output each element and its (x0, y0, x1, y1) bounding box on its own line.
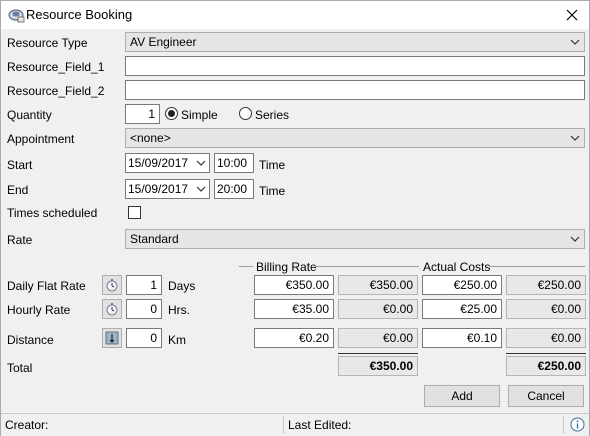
total-label: Total (7, 361, 33, 375)
series-radio[interactable] (239, 107, 252, 120)
window-title: Resource Booking (26, 7, 133, 22)
distance-quantity-input[interactable]: 0 (126, 328, 162, 348)
times-scheduled-checkbox[interactable] (128, 206, 141, 219)
stopwatch-icon[interactable] (102, 275, 122, 295)
hourly-quantity-input[interactable]: 0 (126, 299, 162, 319)
daily-billing-rate-input[interactable]: €350.00 (254, 275, 334, 295)
hourly-billing-rate-input[interactable]: €35.00 (254, 299, 334, 319)
daily-quantity-input[interactable]: 1 (126, 275, 162, 295)
actual-grand-total: €250.00 (506, 356, 586, 376)
hourly-actual-total: €0.00 (506, 299, 586, 319)
distance-billing-total: €0.00 (338, 328, 418, 348)
hourly-unit-label: Hrs. (168, 303, 190, 317)
chevron-down-icon (569, 33, 581, 51)
resource-field-2-input[interactable] (125, 80, 585, 100)
distance-billing-rate-input[interactable]: €0.20 (254, 328, 334, 348)
resource-field-1-input[interactable] (125, 56, 585, 76)
rate-label: Rate (7, 233, 33, 247)
distance-label: Distance (7, 333, 54, 347)
start-time-input[interactable]: 10:00 (214, 153, 254, 173)
distance-actual-total: €0.00 (506, 328, 586, 348)
end-date-picker[interactable]: 15/09/2017 (125, 179, 210, 199)
billing-rate-divider-right (315, 266, 419, 267)
close-icon[interactable] (555, 1, 589, 29)
billing-rate-divider-left (239, 266, 253, 267)
resource-booking-window: Resource Booking Resource Type AV Engine… (0, 0, 590, 436)
resource-type-select[interactable]: AV Engineer (125, 32, 585, 52)
last-edited-label: Last Edited: (288, 418, 352, 432)
quantity-label: Quantity (7, 108, 52, 122)
times-scheduled-label: Times scheduled (7, 206, 98, 220)
actual-total-rule (506, 353, 586, 354)
chevron-down-icon (195, 154, 207, 172)
resource-type-value: AV Engineer (130, 35, 197, 49)
resource-type-label: Resource Type (7, 36, 88, 50)
appointment-value: <none> (130, 131, 171, 145)
quantity-input[interactable]: 1 (125, 104, 160, 124)
daily-actual-total: €250.00 (506, 275, 586, 295)
add-button[interactable]: Add (424, 385, 500, 407)
actual-costs-divider (489, 266, 585, 267)
start-time-label: Time (259, 158, 286, 172)
daily-billing-total: €350.00 (338, 275, 418, 295)
map-pin-icon[interactable] (102, 328, 122, 348)
distance-actual-rate-input[interactable]: €0.10 (422, 328, 502, 348)
hourly-rate-label: Hourly Rate (7, 303, 71, 317)
creator-label: Creator: (5, 418, 49, 432)
end-time-label: Time (259, 184, 286, 198)
resource-field-1-label: Resource_Field_1 (7, 60, 105, 74)
status-divider (563, 416, 564, 434)
billing-total-rule (338, 353, 418, 354)
rate-select[interactable]: Standard (125, 229, 585, 249)
actual-costs-header: Actual Costs (423, 260, 491, 274)
start-label: Start (7, 158, 33, 172)
cancel-button[interactable]: Cancel (508, 385, 584, 407)
appointment-label: Appointment (7, 132, 75, 146)
end-time-input[interactable]: 20:00 (214, 179, 254, 199)
stopwatch-icon[interactable] (102, 299, 122, 319)
title-bar: Resource Booking (1, 1, 589, 29)
chevron-down-icon (569, 230, 581, 248)
rate-value: Standard (130, 232, 179, 246)
simple-radio[interactable] (165, 107, 178, 120)
status-bar: Creator: Last Edited: (1, 413, 589, 436)
daily-unit-label: Days (168, 279, 196, 293)
hourly-billing-total: €0.00 (338, 299, 418, 319)
end-date-value: 15/09/2017 (128, 182, 189, 196)
series-label: Series (255, 108, 290, 122)
resource-field-2-label: Resource_Field_2 (7, 84, 105, 98)
billing-grand-total: €350.00 (338, 356, 418, 376)
distance-unit-label: Km (168, 333, 186, 347)
resource-booking-icon (7, 7, 25, 23)
billing-rate-header: Billing Rate (256, 260, 317, 274)
chevron-down-icon (569, 129, 581, 147)
info-icon[interactable] (570, 417, 585, 435)
daily-flat-rate-label: Daily Flat Rate (7, 279, 86, 293)
status-divider (283, 416, 284, 434)
start-date-picker[interactable]: 15/09/2017 (125, 153, 210, 173)
start-date-value: 15/09/2017 (128, 156, 189, 170)
chevron-down-icon (195, 180, 207, 198)
daily-actual-rate-input[interactable]: €250.00 (422, 275, 502, 295)
appointment-select[interactable]: <none> (125, 128, 585, 148)
hourly-actual-rate-input[interactable]: €25.00 (422, 299, 502, 319)
end-label: End (7, 183, 29, 197)
simple-label: Simple (181, 108, 218, 122)
